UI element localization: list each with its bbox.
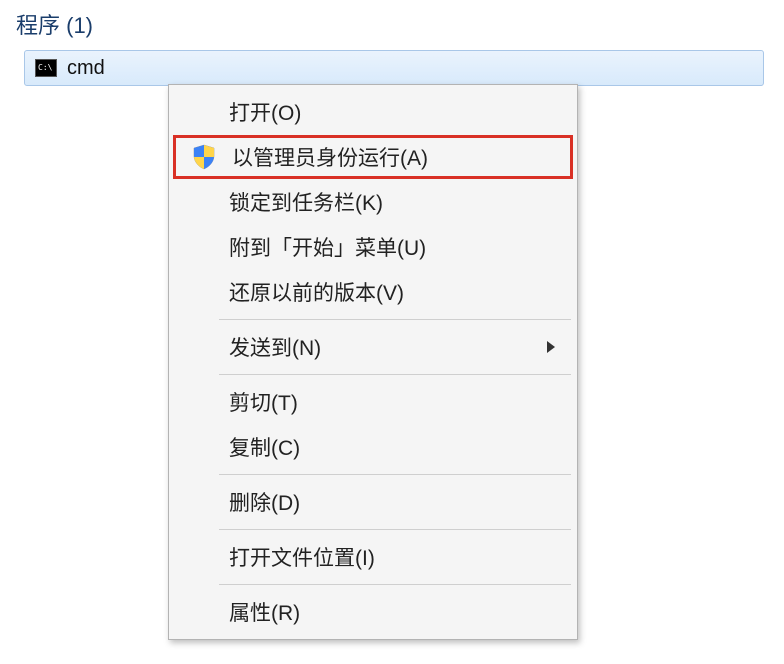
menu-open-label: 打开(O) (229, 97, 301, 127)
menu-pin-start-label: 附到「开始」菜单(U) (229, 232, 426, 262)
menu-properties[interactable]: 属性(R) (173, 590, 573, 634)
search-result-cmd[interactable]: cmd (24, 50, 764, 86)
context-menu: 打开(O) 以管理员身份运行(A) 锁定到任务栏(K) 附到「开始」菜单(U) … (168, 84, 578, 640)
menu-open[interactable]: 打开(O) (173, 90, 573, 134)
search-result-label: cmd (67, 57, 105, 80)
menu-run-as-admin-label: 以管理员身份运行(A) (232, 142, 428, 172)
menu-restore-versions[interactable]: 还原以前的版本(V) (173, 270, 573, 314)
menu-run-as-admin[interactable]: 以管理员身份运行(A) (173, 135, 573, 179)
menu-pin-taskbar-label: 锁定到任务栏(K) (229, 187, 383, 217)
menu-send-to-label: 发送到(N) (229, 332, 321, 362)
menu-separator (219, 584, 571, 585)
results-header-text: 程序 (1) (16, 13, 93, 38)
menu-separator (219, 319, 571, 320)
menu-open-location-label: 打开文件位置(I) (229, 542, 375, 572)
menu-separator (219, 474, 571, 475)
cmd-icon (35, 59, 57, 77)
menu-pin-start[interactable]: 附到「开始」菜单(U) (173, 225, 573, 269)
menu-cut[interactable]: 剪切(T) (173, 380, 573, 424)
menu-separator (219, 374, 571, 375)
menu-separator (219, 529, 571, 530)
menu-copy[interactable]: 复制(C) (173, 425, 573, 469)
menu-delete-label: 删除(D) (229, 487, 300, 517)
menu-pin-taskbar[interactable]: 锁定到任务栏(K) (173, 180, 573, 224)
menu-cut-label: 剪切(T) (229, 387, 298, 417)
menu-properties-label: 属性(R) (229, 597, 300, 627)
chevron-right-icon (547, 341, 555, 353)
menu-delete[interactable]: 删除(D) (173, 480, 573, 524)
menu-copy-label: 复制(C) (229, 432, 300, 462)
results-header: 程序 (1) (0, 0, 784, 50)
menu-open-location[interactable]: 打开文件位置(I) (173, 535, 573, 579)
menu-send-to[interactable]: 发送到(N) (173, 325, 573, 369)
menu-restore-versions-label: 还原以前的版本(V) (229, 277, 404, 307)
shield-icon (190, 143, 218, 171)
